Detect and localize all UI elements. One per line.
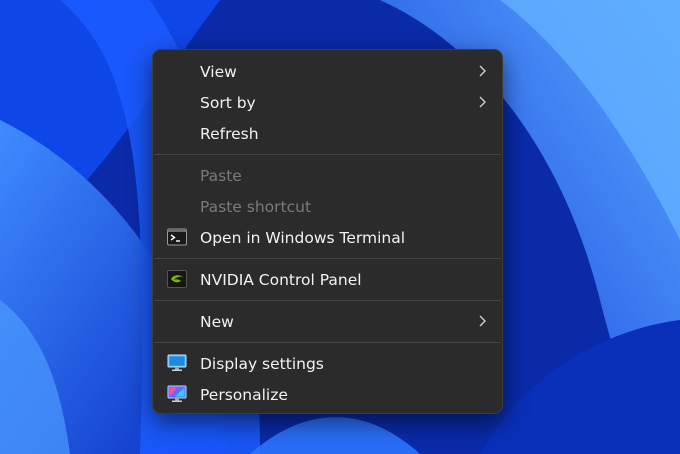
terminal-icon	[167, 228, 187, 246]
menu-item-sort-by[interactable]: Sort by	[153, 87, 502, 118]
menu-item-label: NVIDIA Control Panel	[200, 270, 362, 289]
menu-item-label: Personalize	[200, 385, 288, 404]
menu-item-label: Sort by	[200, 93, 256, 112]
display-settings-icon	[167, 354, 187, 371]
nvidia-icon	[167, 270, 187, 288]
menu-item-label: Open in Windows Terminal	[200, 228, 406, 247]
menu-item-label: Paste	[200, 166, 242, 185]
chevron-right-icon	[479, 96, 486, 108]
menu-item-label: New	[200, 312, 234, 331]
menu-separator	[154, 154, 501, 155]
menu-item-refresh[interactable]: Refresh	[153, 118, 502, 149]
menu-item-label: Paste shortcut	[200, 197, 312, 216]
menu-item-nvidia-control-panel[interactable]: NVIDIA Control Panel	[153, 264, 502, 295]
menu-separator	[154, 300, 501, 301]
menu-item-display-settings[interactable]: Display settings	[153, 348, 502, 379]
menu-item-view[interactable]: View	[153, 56, 502, 87]
desktop-context-menu: View Sort by Refresh Paste Paste shortcu…	[152, 49, 503, 414]
personalize-icon	[167, 385, 187, 402]
menu-item-open-in-windows-terminal[interactable]: Open in Windows Terminal	[153, 222, 502, 253]
menu-separator	[154, 258, 501, 259]
menu-item-label: Refresh	[200, 124, 259, 143]
desktop-background: View Sort by Refresh Paste Paste shortcu…	[0, 0, 680, 454]
chevron-right-icon	[479, 315, 486, 327]
menu-item-paste-shortcut: Paste shortcut	[153, 191, 502, 222]
menu-item-label: Display settings	[200, 354, 324, 373]
menu-item-personalize[interactable]: Personalize	[153, 379, 502, 410]
menu-item-label: View	[200, 62, 237, 81]
menu-item-new[interactable]: New	[153, 306, 502, 337]
menu-separator	[154, 342, 501, 343]
chevron-right-icon	[479, 65, 486, 77]
menu-item-paste: Paste	[153, 160, 502, 191]
